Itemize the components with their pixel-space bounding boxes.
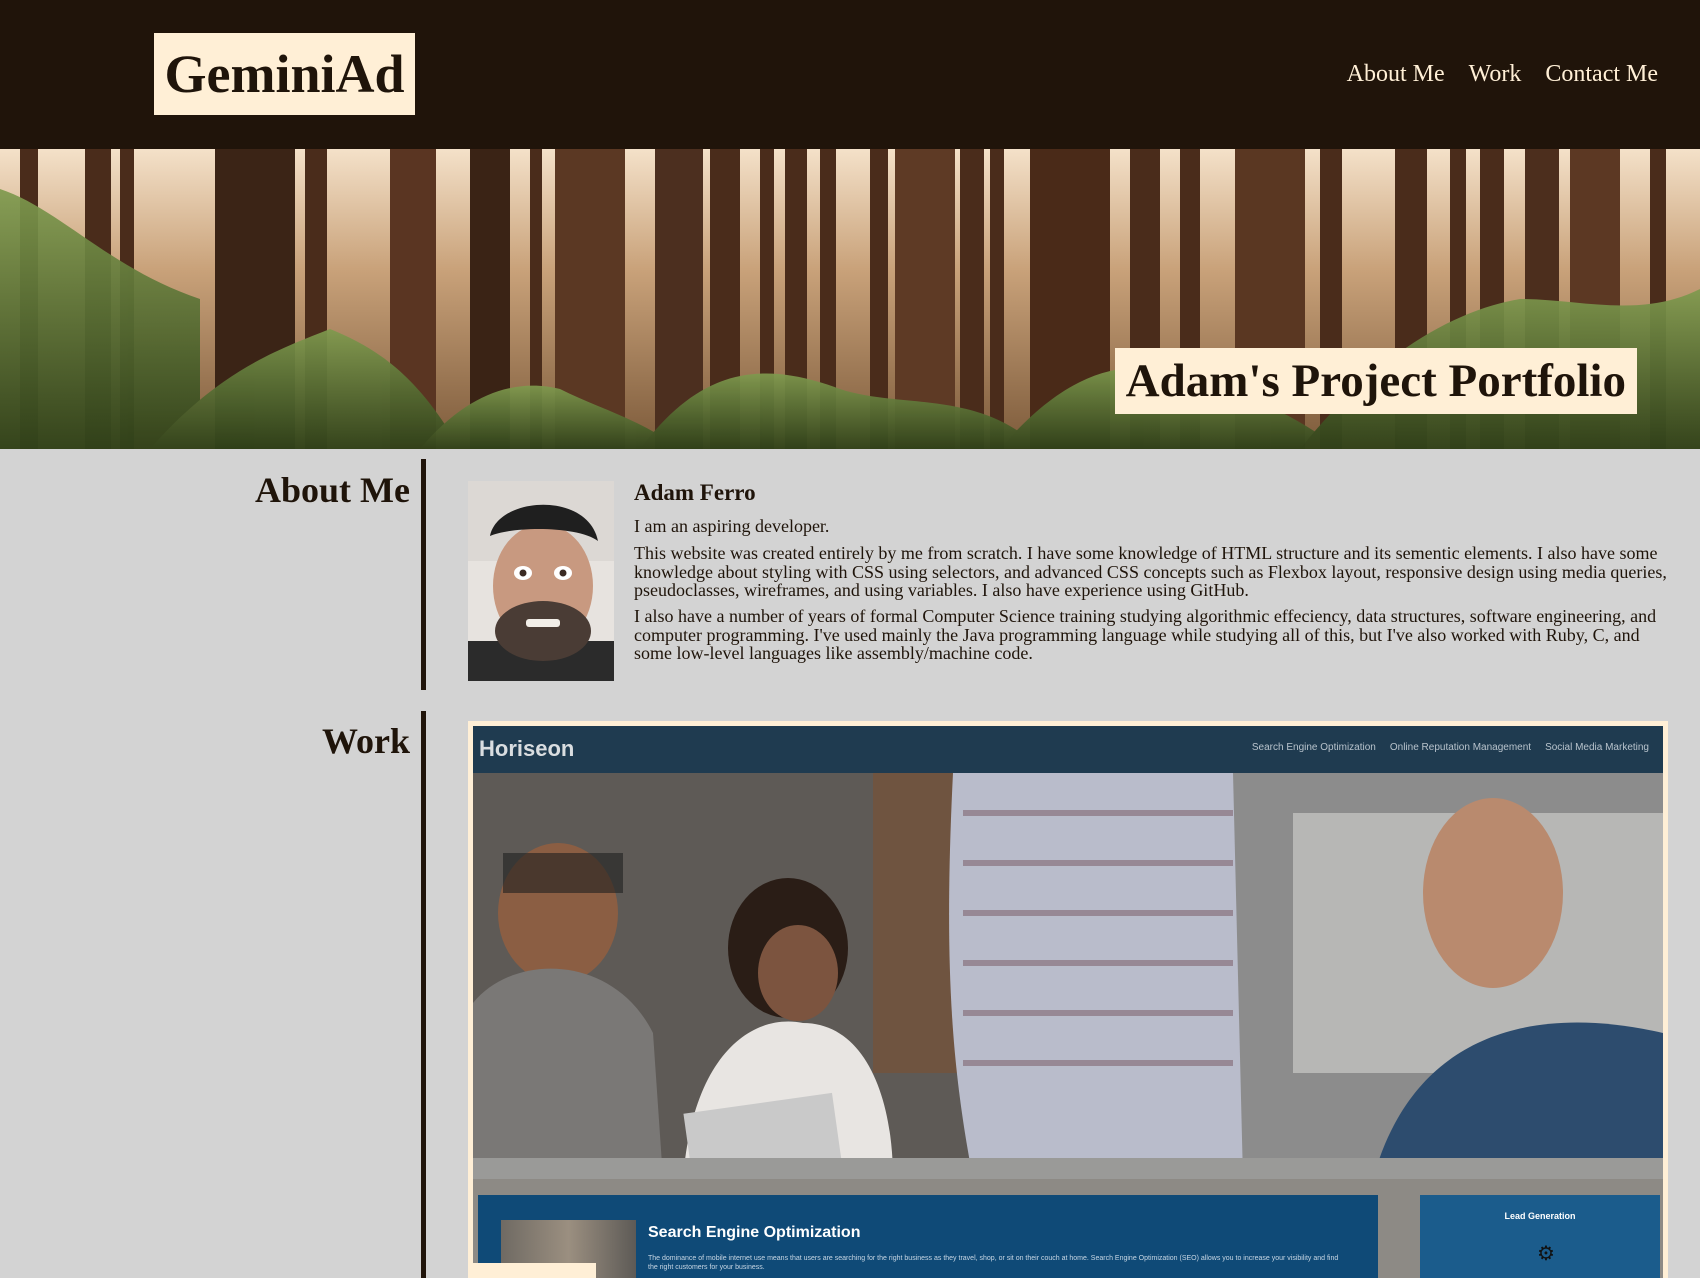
seo-card-title: Search Engine Optimization [648,1224,861,1241]
profile-photo [468,481,614,681]
project-card-horiseon[interactable]: Horiseon Search Engine Optimization Onli… [468,721,1668,1278]
seo-card-text: The dominance of mobile internet use mea… [648,1255,1339,1271]
horiseon-nav-link: Online Reputation Management [1389,742,1532,753]
site-logo[interactable]: GeminiAd [154,33,415,115]
horiseon-nav-link: Search Engine Optimization [1251,742,1376,753]
work-divider [421,711,426,1278]
nav-link-work[interactable]: Work [1469,58,1522,90]
bio-paragraph-1: I am an aspiring developer. [634,516,830,536]
lead-generation-title: Lead Generation [1504,1211,1576,1221]
profile-photo-image [468,481,614,681]
team-meeting-photo [473,773,1663,1179]
project-caption-tab [470,1263,596,1278]
work-heading: Work [321,721,410,761]
hero-banner: Adam's Project Portfolio [0,149,1700,449]
horiseon-nav-bar: Horiseon Search Engine Optimization Onli… [473,726,1663,773]
site-header: GeminiAd About Me Work Contact Me [0,0,1700,149]
author-name: Adam Ferro [634,480,756,505]
horiseon-logo: Horiseon [479,736,575,761]
nav-link-contact-me[interactable]: Contact Me [1545,58,1658,90]
bio-paragraph-2: This website was created entirely by me … [634,543,1667,600]
nav-link-about-me[interactable]: About Me [1347,58,1445,90]
project-screenshot: Horiseon Search Engine Optimization Onli… [473,726,1663,1278]
hero-title: Adam's Project Portfolio [1114,348,1637,414]
horiseon-nav-links: Search Engine Optimization Online Reputa… [1252,742,1649,753]
about-divider [421,459,426,690]
main-nav: About Me Work Contact Me [1347,58,1658,90]
about-me-heading: About Me [255,470,410,510]
horiseon-lead-generation-panel: Lead Generation ⚙ [1420,1195,1660,1278]
horiseon-seo-card: Search Engine Optimization The dominance… [478,1195,1378,1278]
gear-funnel-icon: ⚙ [1537,1243,1555,1265]
horiseon-nav-link: Social Media Marketing [1545,742,1649,753]
bio-paragraph-3: I also have a number of years of formal … [634,606,1657,663]
